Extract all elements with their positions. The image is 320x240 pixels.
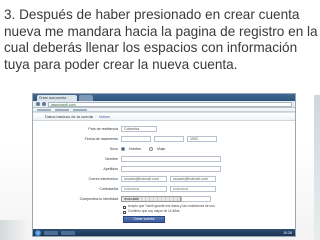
email-field[interactable]: usuario@hotmail.com — [121, 175, 167, 182]
create-account-button[interactable]: Crear cuenta — [123, 216, 165, 223]
captcha-image: moccasin — [121, 195, 181, 202]
country-select[interactable]: Colombia — [121, 125, 157, 132]
browser-tab-strip: Crear una cuenta — [33, 94, 295, 101]
sex-radio-male[interactable] — [121, 146, 125, 151]
forward-icon[interactable] — [42, 102, 46, 106]
address-row: www.tuenti.com — [33, 101, 295, 108]
form-row-sex: Sexo Hombre Mujer — [59, 144, 269, 153]
new-tab-button[interactable] — [79, 95, 93, 101]
sex-options: Hombre Mujer — [121, 146, 170, 151]
sex-option-label: Mujer — [157, 146, 166, 151]
captcha-field[interactable] — [181, 195, 211, 202]
bookmark-item[interactable] — [73, 108, 87, 111]
terms-section: Acepto que Tuenti guarde mis datos y las… — [123, 204, 233, 214]
field-label: Comprueba tu identidad — [79, 196, 118, 201]
field-label: Sexo — [109, 146, 118, 151]
form-row-captcha: Comprueba tu identidad moccasin — [59, 194, 269, 203]
field-label: Apellidos — [103, 166, 118, 171]
page-header: Datos básicos de la cuenta · Volver — [33, 113, 295, 121]
form-row-name: Nombre — [59, 154, 269, 163]
field-label: Fecha de nacimiento — [84, 136, 118, 141]
field-label: País de residencia — [88, 126, 118, 131]
taskbar-item[interactable] — [44, 230, 58, 235]
bookmark-item[interactable] — [37, 108, 51, 111]
back-link[interactable]: Volver — [99, 114, 110, 119]
field-label: Correo electrónico — [88, 176, 118, 181]
os-taskbar: 10:26 — [33, 229, 295, 236]
terms-text: Confirmo que soy mayor de 14 años. — [128, 209, 181, 213]
slide-accent-left — [0, 220, 26, 240]
slide-caption: 3. Después de haber presionado en crear … — [4, 7, 318, 72]
registration-form: País de residencia Colombia Fecha de nac… — [59, 124, 269, 223]
password-confirm-field[interactable]: •••••••••••• — [170, 185, 216, 192]
form-row-password: Contraseña •••••••••••• •••••••••••• — [59, 184, 269, 193]
taskbar-item[interactable] — [61, 230, 75, 235]
first-name-field[interactable] — [121, 155, 221, 162]
field-label: Contraseña — [99, 186, 118, 191]
bookmarks-bar — [33, 108, 295, 112]
address-bar[interactable]: www.tuenti.com — [48, 101, 292, 107]
form-row-email: Correo electrónico usuario@hotmail.com u… — [59, 174, 269, 183]
taskbar-clock: 10:26 — [283, 230, 292, 235]
email-confirm-field[interactable]: usuario@hotmail.com — [170, 175, 216, 182]
birth-year-select[interactable]: 1992 — [187, 135, 217, 142]
age-checkbox[interactable] — [123, 211, 126, 214]
slide-accent-right — [314, 95, 320, 240]
password-field[interactable]: •••••••••••• — [121, 185, 167, 192]
sex-option-label: Hombre — [129, 146, 142, 151]
form-row-country: País de residencia Colombia — [59, 124, 269, 133]
terms-item: Confirmo que soy mayor de 14 años. — [123, 209, 233, 214]
last-name-field[interactable] — [121, 165, 221, 172]
sex-radio-female[interactable] — [149, 146, 154, 151]
form-row-birthdate: Fecha de nacimiento 1992 — [59, 134, 269, 143]
registration-page: Datos básicos de la cuenta · Volver País… — [33, 113, 295, 229]
terms-checkbox[interactable] — [123, 206, 126, 209]
bookmark-item[interactable] — [55, 108, 69, 111]
birth-day-select[interactable] — [121, 135, 151, 142]
birth-month-select[interactable] — [154, 135, 184, 142]
browser-screenshot: Crear una cuenta www.tuenti.com Datos bá… — [32, 93, 296, 237]
start-button-icon[interactable] — [35, 229, 41, 236]
back-icon[interactable] — [36, 102, 40, 106]
form-row-lastname: Apellidos — [59, 164, 269, 173]
page-title: Datos básicos de la cuenta — [45, 114, 94, 119]
field-label: Nombre — [105, 156, 118, 161]
browser-tab[interactable]: Crear una cuenta — [37, 95, 77, 101]
